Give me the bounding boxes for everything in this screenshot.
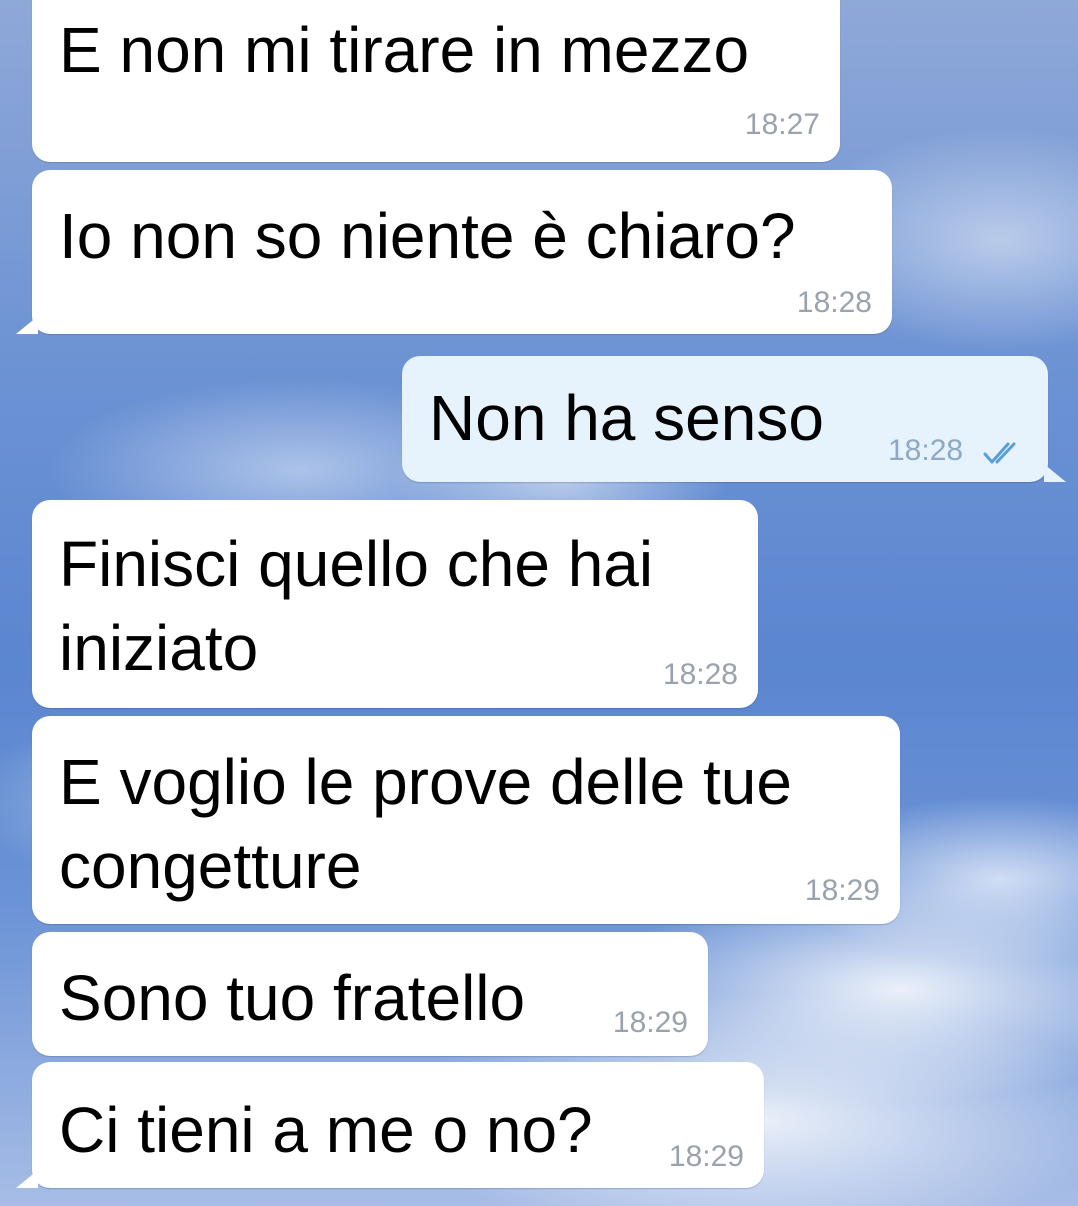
message-bubble-incoming[interactable]: Sono tuo fratello 18:29 [32,932,708,1056]
message-bubble-incoming[interactable]: Io non so niente è chiaro? 18:28 [32,170,892,334]
message-bubble-incoming[interactable]: E non mi tirare in mezzo 18:27 [32,0,840,162]
message-bubble-incoming[interactable]: E voglio le prove delle tue congetture 1… [32,716,900,924]
message-bubble-outgoing[interactable]: Non ha senso 18:28 [402,356,1048,482]
message-timestamp: 18:29 [612,1006,688,1039]
message-timestamp: 18:28 [662,658,738,691]
bubble-tail [16,1170,38,1188]
message-text-line: Finisci quello che hai [59,528,654,600]
message-text: Io non so niente è chiaro? [59,200,796,272]
bubble-tail [16,316,38,334]
message-text: Sono tuo fratello [59,962,526,1034]
message-bubble-incoming[interactable]: Ci tieni a me o no? 18:29 [32,1062,764,1188]
message-timestamp: 18:27 [744,108,820,141]
message-timestamp: 18:28 [888,434,964,467]
message-text: Ci tieni a me o no? [59,1094,593,1166]
message-text-line: iniziato [59,612,259,684]
message-timestamp: 18:28 [796,286,872,319]
bubble-tail [1044,464,1066,482]
message-bubble-incoming[interactable]: Finisci quello che hai iniziato 18:28 [32,500,758,708]
message-text: Non ha senso [429,382,824,454]
message-timestamp: 18:29 [668,1140,744,1173]
message-text-line: E voglio le prove delle tue [59,746,792,818]
double-check-icon [983,442,1016,464]
message-text-line: congetture [59,830,362,902]
message-text: E non mi tirare in mezzo [59,14,750,86]
message-timestamp: 18:29 [804,874,880,907]
